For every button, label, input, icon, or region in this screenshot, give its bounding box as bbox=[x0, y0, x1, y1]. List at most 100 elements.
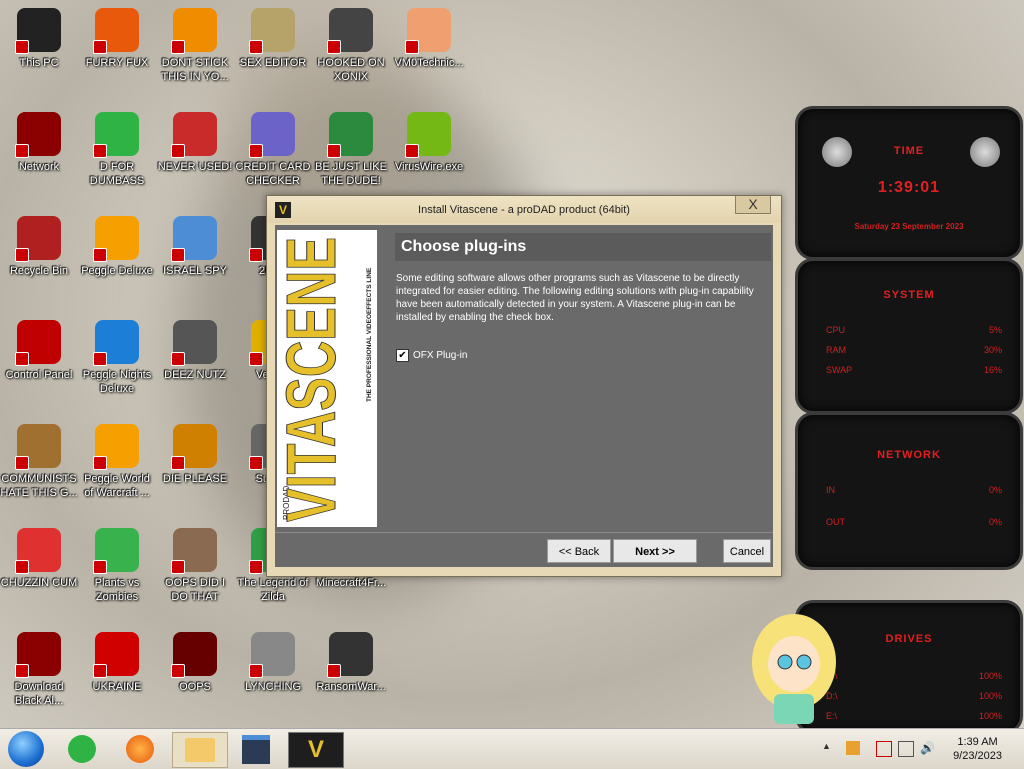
shortcut-arrow-icon bbox=[327, 40, 341, 54]
page-heading: Choose plug-ins bbox=[395, 233, 771, 261]
network-tray-icon[interactable] bbox=[898, 741, 914, 757]
desktop-shortcut[interactable]: FURRY FUX bbox=[78, 8, 156, 70]
taskbar-clock[interactable]: 1:39 AM 9/23/2023 bbox=[953, 735, 1002, 763]
desktop-shortcut-label: DIE PLEASE bbox=[162, 473, 228, 485]
docs-icon bbox=[68, 735, 96, 763]
shortcut-arrow-icon bbox=[15, 248, 29, 262]
desktop-shortcut[interactable]: Recycle Bin bbox=[0, 216, 78, 278]
ofx-label[interactable]: OFX Plug-in bbox=[413, 350, 467, 361]
drive-e-row: E:\ 100% bbox=[826, 711, 1002, 721]
desktop-shortcut[interactable]: Plants vs Zombies bbox=[78, 528, 156, 604]
swap-label: SWAP bbox=[826, 365, 853, 375]
desktop-shortcut-label: DONT STICK THIS IN YO... bbox=[161, 57, 229, 83]
desktop-shortcut[interactable]: VirusWire.exe bbox=[390, 112, 468, 174]
desktop-shortcut[interactable]: This PC bbox=[0, 8, 78, 70]
firefox-icon bbox=[126, 735, 154, 763]
desktop-shortcut[interactable]: SEX EDITOR bbox=[234, 8, 312, 70]
ofx-checkbox[interactable]: ✔ bbox=[396, 349, 409, 362]
tray-expand-icon[interactable]: ▲ bbox=[822, 741, 836, 755]
shortcut-arrow-icon bbox=[249, 144, 263, 158]
de-icon bbox=[171, 424, 217, 470]
net-out-row: OUT 0% bbox=[826, 517, 1002, 527]
widget-clock: 1:39:01 bbox=[877, 179, 941, 196]
desktop-shortcut[interactable]: DEEZ NUTZ bbox=[156, 320, 234, 382]
desktop-shortcut-label: CREDIT CARD CHECKER bbox=[235, 161, 311, 187]
network-widget-title: NETWORK bbox=[877, 449, 941, 461]
this-pc-icon bbox=[15, 8, 61, 54]
cancel-button[interactable]: Cancel bbox=[723, 539, 771, 563]
shortcut-arrow-icon bbox=[93, 144, 107, 158]
lime-icon bbox=[405, 112, 451, 158]
system-widget: SYSTEM CPU 5% RAM 30% SWAP 16% bbox=[795, 258, 1023, 414]
shortcut-arrow-icon bbox=[15, 664, 29, 678]
taskbar-docs[interactable] bbox=[60, 732, 104, 766]
shortcut-arrow-icon bbox=[15, 40, 29, 54]
shortcut-arrow-icon bbox=[15, 560, 29, 574]
vlc-icon bbox=[171, 8, 217, 54]
spy-icon bbox=[171, 216, 217, 262]
volume-icon[interactable]: 🔊 bbox=[920, 741, 935, 755]
swap-row: SWAP 16% bbox=[826, 365, 1002, 375]
back-button[interactable]: << Back bbox=[547, 539, 611, 563]
desktop-shortcut-label: Peggle Deluxe bbox=[81, 265, 153, 277]
desktop-shortcut[interactable]: Network bbox=[0, 112, 78, 174]
desktop-shortcut[interactable]: VM0Technic... bbox=[390, 8, 468, 70]
vitascene-icon: V bbox=[307, 736, 324, 763]
taskbar-firefox[interactable] bbox=[118, 732, 162, 766]
start-orb-icon bbox=[8, 731, 44, 767]
shortcut-arrow-icon bbox=[405, 144, 419, 158]
installer-window[interactable]: V Install Vitascene - a proDAD product (… bbox=[266, 195, 782, 577]
taskbar-explorer[interactable] bbox=[172, 732, 228, 768]
taskbar-app[interactable] bbox=[234, 732, 278, 766]
next-button[interactable]: Next >> bbox=[613, 539, 697, 563]
desktop-shortcut[interactable]: UKRAINE bbox=[78, 632, 156, 694]
control-panel-icon bbox=[15, 320, 61, 366]
desktop-shortcut[interactable]: DONT STICK THIS IN YO... bbox=[156, 8, 234, 84]
shortcut-arrow-icon bbox=[93, 664, 107, 678]
desktop-shortcut[interactable]: CHUZZIN CUM bbox=[0, 528, 78, 590]
desktop-shortcut[interactable]: Peggle World of Warcraft ... bbox=[78, 424, 156, 500]
net-in-label: IN bbox=[826, 485, 835, 495]
title-bar[interactable]: V Install Vitascene - a proDAD product (… bbox=[267, 196, 781, 223]
desktop-shortcut[interactable]: LYNCHING bbox=[234, 632, 312, 694]
action-center-icon[interactable] bbox=[876, 741, 892, 757]
desktop-shortcut[interactable]: OOPS bbox=[156, 632, 234, 694]
desktop-shortcut-label: Plants vs Zombies bbox=[94, 577, 140, 603]
desktop-shortcut[interactable]: Peggle Deluxe bbox=[78, 216, 156, 278]
desktop-shortcut[interactable]: D FOR DUMBASS bbox=[78, 112, 156, 188]
desktop-shortcut[interactable]: Control Panel bbox=[0, 320, 78, 382]
download-icon bbox=[15, 632, 61, 678]
desktop-shortcut-label: The Legend of Zilda bbox=[237, 577, 309, 603]
desktop-shortcut[interactable]: COMMUNISTS HATE THIS G... bbox=[0, 424, 78, 500]
desktop-shortcut[interactable]: ISRAEL SPY bbox=[156, 216, 234, 278]
shortcut-arrow-icon bbox=[327, 144, 341, 158]
desktop-shortcut[interactable]: NEVER USED! bbox=[156, 112, 234, 174]
installer-content: PRODAD VITASCENE THE PROFESSIONAL VIDEOE… bbox=[275, 225, 773, 567]
shortcut-arrow-icon bbox=[171, 248, 185, 262]
shortcut-arrow-icon bbox=[171, 144, 185, 158]
network-icon bbox=[15, 112, 61, 158]
desktop-shortcut-label: Peggle Nights Deluxe bbox=[82, 369, 152, 395]
desktop-shortcut[interactable]: BE JUST LIKE THE DUDE! bbox=[312, 112, 390, 188]
desktop-shortcut[interactable]: Peggle Nights Deluxe bbox=[78, 320, 156, 396]
shortcut-arrow-icon bbox=[249, 456, 263, 470]
desktop-shortcut[interactable]: DIE PLEASE bbox=[156, 424, 234, 486]
close-button[interactable]: X bbox=[735, 196, 771, 214]
cpu-value: 5% bbox=[988, 325, 1002, 335]
desktop-shortcut[interactable]: OOPS DID I DO THAT bbox=[156, 528, 234, 604]
peggle-icon bbox=[93, 216, 139, 262]
desktop-shortcut[interactable]: Download Black Al... bbox=[0, 632, 78, 708]
drive-e-value: 100% bbox=[978, 711, 1002, 721]
taskbar-vitascene[interactable]: V bbox=[288, 732, 344, 768]
shortcut-arrow-icon bbox=[249, 352, 263, 366]
start-button[interactable] bbox=[4, 731, 48, 767]
ofx-plugin-option[interactable]: ✔ OFX Plug-in bbox=[396, 349, 467, 362]
shortcut-arrow-icon bbox=[171, 40, 185, 54]
tray-app-icon[interactable] bbox=[846, 741, 860, 755]
desktop-shortcut[interactable]: RansomWar... bbox=[312, 632, 390, 694]
desktop-shortcut-label: SEX EDITOR bbox=[239, 57, 307, 69]
desktop-shortcut[interactable]: HOOKED ON XONIX bbox=[312, 8, 390, 84]
swap-value: 16% bbox=[983, 365, 1002, 375]
desktop-shortcut[interactable]: CREDIT CARD CHECKER bbox=[234, 112, 312, 188]
clock-date: 9/23/2023 bbox=[953, 750, 1002, 762]
